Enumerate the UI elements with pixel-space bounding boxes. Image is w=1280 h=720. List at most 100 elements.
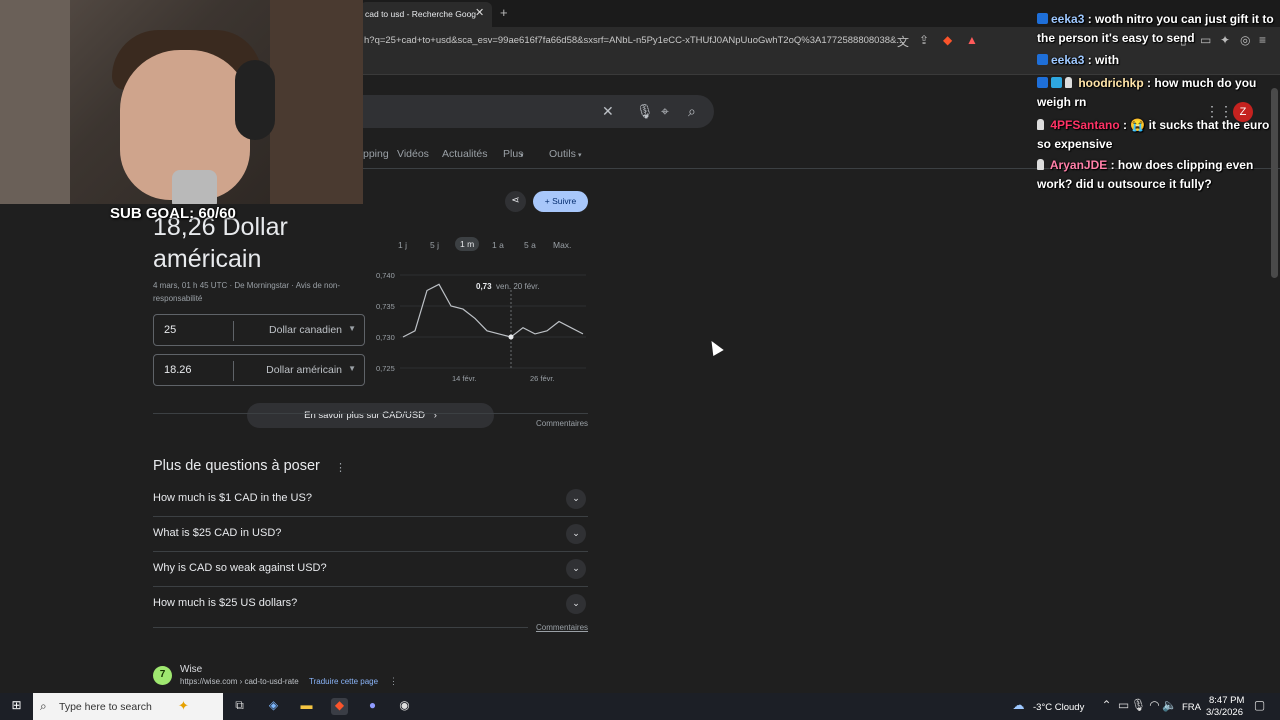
badge-icon [1037, 77, 1048, 88]
question-item[interactable]: What is $25 CAD in USD? ⌄ [153, 517, 588, 552]
badge-icon [1037, 54, 1048, 65]
weather-icon[interactable]: ☁ [1010, 698, 1027, 715]
rewards-icon[interactable]: ▲ [966, 33, 978, 47]
chevron-down-icon: ▾ [520, 152, 524, 159]
tab-videos[interactable]: Vidéos [397, 148, 429, 160]
clock-time[interactable]: 8:47 PM [1209, 695, 1244, 706]
chat-username: 4PFSantano [1050, 118, 1120, 132]
chevron-down-icon: ⌄ [566, 559, 586, 579]
brave-shield-icon[interactable]: ◆ [943, 33, 952, 47]
weather-text[interactable]: -3°C Cloudy [1033, 702, 1084, 713]
x-tick-label: 14 févr. [452, 374, 477, 383]
range-max[interactable]: Max. [553, 240, 571, 250]
to-currency-select[interactable]: Dollar américain [266, 364, 342, 376]
clear-icon[interactable]: ✕ [602, 103, 614, 120]
y-tick-label: 0,735 [376, 302, 395, 311]
chevron-down-icon: ▾ [578, 152, 582, 159]
new-tab-icon[interactable]: + [500, 5, 508, 20]
tray-chevron-icon[interactable]: ⌃ [1098, 698, 1115, 715]
exchange-rate-chart[interactable] [400, 270, 588, 374]
search-input[interactable] [340, 95, 714, 128]
webcam-overlay [0, 0, 363, 204]
obs-icon[interactable]: ◉ [396, 698, 413, 715]
share-button[interactable]: ⋖ [505, 191, 526, 212]
search-icon[interactable]: ⌕ [688, 103, 696, 120]
result-url[interactable]: https://wise.com › cad-to-usd-rate [180, 677, 299, 686]
microphone [172, 170, 217, 204]
file-explorer-icon[interactable]: ▬ [298, 698, 315, 715]
question-item[interactable]: How much is $25 US dollars? ⌄ [153, 587, 588, 622]
badge-icon [1037, 13, 1048, 24]
translate-icon[interactable]: 文 [897, 33, 909, 50]
copilot-icon[interactable]: ◈ [265, 698, 282, 715]
chat-username: eeka3 [1051, 53, 1085, 67]
discord-icon[interactable]: ● [364, 698, 381, 715]
range-1m[interactable]: 1 m [455, 237, 480, 251]
x-tick-label: 26 févr. [530, 374, 555, 383]
browser-tab[interactable]: cad to usd - Recherche Goog [360, 2, 492, 27]
tab-title: cad to usd - Recherche Goog [365, 9, 477, 19]
search-icon: ⌕ [40, 699, 47, 713]
chat-message: eeka3 : with [1037, 51, 1275, 70]
task-view-icon[interactable]: ⧉ [231, 698, 248, 715]
taskbar-search-placeholder: Type here to search [59, 701, 152, 713]
windows-start-icon[interactable]: ⊞ [8, 698, 25, 715]
follow-button[interactable]: + Suivre [533, 191, 588, 212]
y-tick-label: 0,725 [376, 364, 395, 373]
range-5y[interactable]: 5 a [524, 240, 536, 250]
question-item[interactable]: Why is CAD so weak against USD? ⌄ [153, 552, 588, 587]
keyboard-language[interactable]: FRA [1182, 702, 1201, 713]
mic-tray-icon[interactable]: 🎙 [1130, 698, 1147, 715]
url-field[interactable]: h?q=25+cad+to+usd&sca_esv=99ae616f7fa66d… [364, 35, 904, 46]
feedback-link[interactable]: Commentaires [536, 419, 588, 428]
chat-username: hoodrichkp [1078, 76, 1144, 90]
chevron-down-icon: ⌄ [566, 594, 586, 614]
dropdown-caret-icon: ▼ [348, 324, 356, 333]
volume-icon[interactable]: 🔈 [1161, 698, 1178, 715]
taskbar-search[interactable]: ⌕ Type here to search ✦ [33, 693, 223, 720]
question-text: How much is $25 US dollars? [153, 597, 298, 609]
clock-date[interactable]: 3/3/2026 [1206, 707, 1243, 718]
share-icon[interactable]: ⇪ [919, 33, 929, 47]
range-1y[interactable]: 1 a [492, 240, 504, 250]
divider [233, 361, 234, 381]
plus-icon: + [544, 196, 550, 206]
tooltip-date: ven. 20 févr. [496, 282, 540, 291]
range-1d[interactable]: 1 j [398, 240, 407, 250]
headphones [235, 60, 275, 140]
more-options-icon[interactable]: ⋮ [389, 676, 398, 687]
question-text: What is $25 CAD in USD? [153, 527, 282, 539]
dropdown-caret-icon: ▼ [348, 364, 356, 373]
learn-more-button[interactable]: En savoir plus sur CAD/USD › [247, 403, 494, 428]
tab-tools[interactable]: Outils [549, 148, 576, 160]
result-site-name[interactable]: Wise [180, 664, 202, 675]
notifications-icon[interactable]: ▢ [1251, 698, 1268, 715]
result-meta: 4 mars, 01 h 45 UTC · De Morningstar · A… [153, 281, 341, 303]
more-options-icon[interactable]: ⋮ [335, 461, 346, 474]
range-5d[interactable]: 5 j [430, 240, 439, 250]
brave-browser-icon[interactable]: ◆ [331, 698, 348, 715]
feedback-link[interactable]: Commentaires [536, 623, 588, 632]
learn-more-label: En savoir plus sur CAD/USD [304, 410, 426, 421]
follow-label: Suivre [552, 196, 577, 206]
translate-link[interactable]: Traduire cette page [309, 677, 378, 686]
question-item[interactable]: How much is $1 CAD in the US? ⌄ [153, 482, 588, 517]
close-icon[interactable]: ✕ [475, 6, 484, 19]
badge-icon [1065, 77, 1072, 88]
microphone-icon[interactable]: 🎙 [636, 103, 654, 120]
divider [153, 413, 588, 414]
background-shelf [270, 0, 363, 204]
badge-icon [1051, 77, 1062, 88]
lens-icon[interactable]: ⌖ [661, 103, 669, 120]
section-title: Plus de questions à poser [153, 458, 320, 474]
chat-message: hoodrichkp : how much do you weigh rn [1037, 74, 1275, 112]
from-currency-select[interactable]: Dollar canadien [269, 324, 342, 336]
data-point [508, 334, 514, 340]
tab-news[interactable]: Actualités [442, 148, 488, 160]
question-text: How much is $1 CAD in the US? [153, 492, 312, 504]
to-amount-input[interactable]: 18.26 [164, 364, 192, 376]
tab-shopping[interactable]: pping [363, 148, 389, 160]
divider [153, 627, 528, 628]
from-currency-row: 25 Dollar canadien ▼ [153, 314, 365, 346]
from-amount-input[interactable]: 25 [164, 324, 176, 336]
